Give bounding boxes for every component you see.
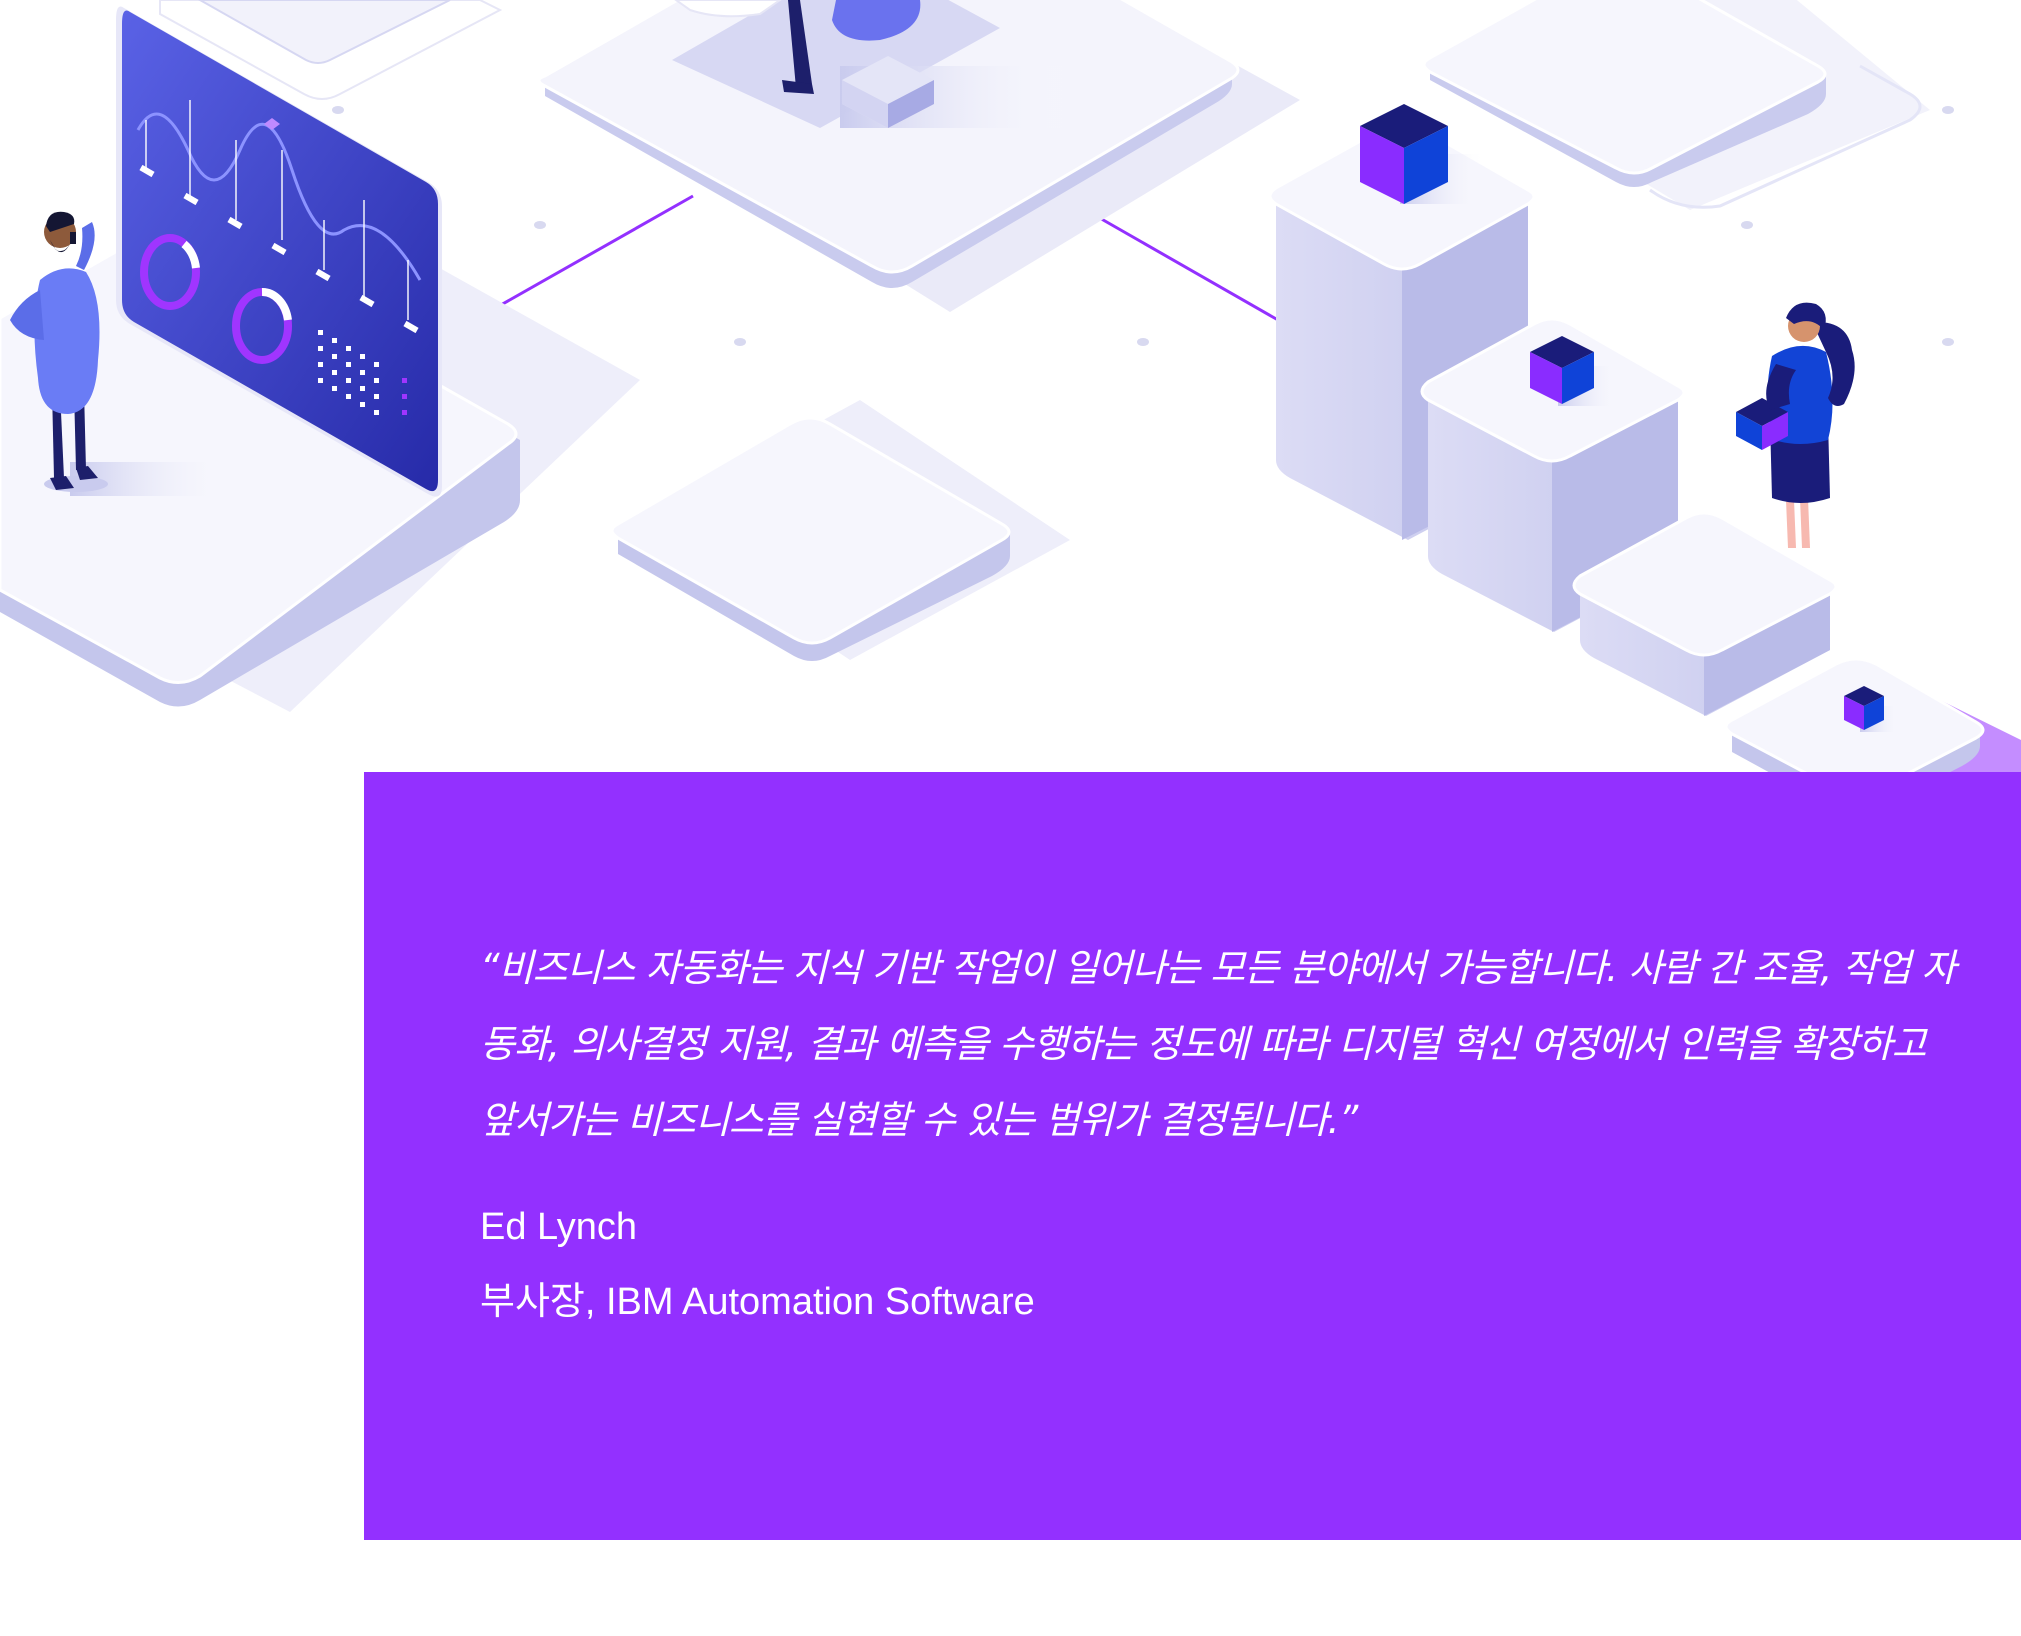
author-title: 부사장, IBM Automation Software <box>480 1281 1035 1323</box>
quote-text: “비즈니스 자동화는 지식 기반 작업이 일어나는 모든 분야에서 가능합니다.… <box>480 946 1956 1142</box>
quote-panel: “비즈니스 자동화는 지식 기반 작업이 일어나는 모든 분야에서 가능합니다.… <box>364 772 2021 1540</box>
isometric-illustration <box>0 0 2021 815</box>
page: “비즈니스 자동화는 지식 기반 작업이 일어나는 모든 분야에서 가능합니다.… <box>0 0 2021 1636</box>
person-holding-cube-illustration <box>1736 302 1855 548</box>
author-name: Ed Lynch <box>480 1206 638 1248</box>
platform-top-center <box>537 0 1300 312</box>
platform-bottom-center <box>610 400 1070 661</box>
